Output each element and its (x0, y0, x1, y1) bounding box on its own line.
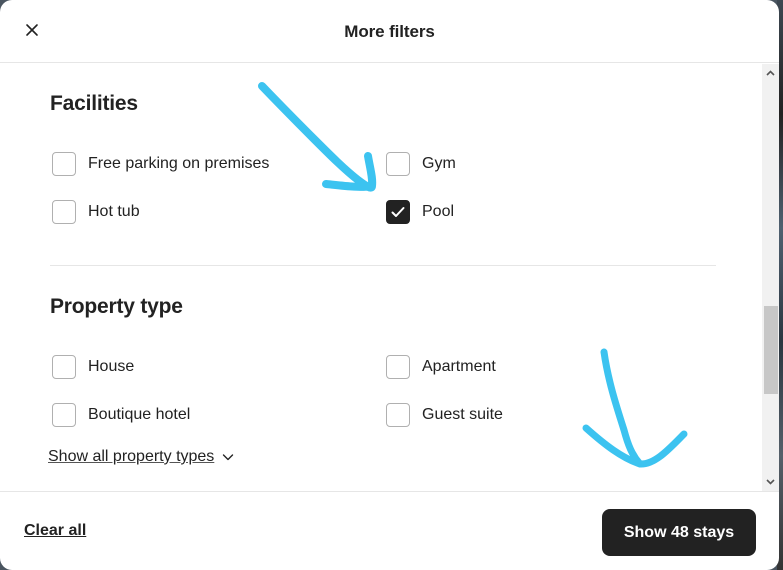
modal-title: More filters (344, 22, 435, 41)
option-label: Free parking on premises (88, 155, 270, 172)
show-all-label[interactable]: Show all property types (48, 448, 214, 466)
property-type-heading: Property type (50, 295, 183, 318)
checkbox-box[interactable] (386, 152, 410, 176)
option-label: Guest suite (422, 406, 503, 423)
modal-footer: Clear all Show 48 stays (0, 491, 779, 570)
checkbox-box[interactable] (52, 355, 76, 379)
checkbox-box[interactable] (52, 403, 76, 427)
more-filters-modal: More filters Facilities Free parking on … (0, 0, 779, 570)
option-label: Gym (422, 155, 456, 172)
scroll-up-button[interactable] (762, 66, 779, 80)
option-label: House (88, 358, 135, 375)
checkbox-gym[interactable]: Gym (386, 152, 456, 176)
checkbox-box-checked[interactable] (386, 200, 410, 224)
show-stays-button[interactable]: Show 48 stays (602, 509, 756, 556)
facilities-heading: Facilities (50, 92, 138, 115)
show-all-property-types-link[interactable]: Show all property types (48, 448, 234, 466)
checkbox-box[interactable] (386, 355, 410, 379)
checkmark-icon (391, 207, 405, 217)
checkbox-box[interactable] (386, 403, 410, 427)
section-divider (50, 265, 716, 266)
chevron-up-icon (766, 70, 775, 76)
scrollbar-thumb[interactable] (764, 306, 778, 394)
checkbox-box[interactable] (52, 200, 76, 224)
checkbox-hot-tub[interactable]: Hot tub (52, 200, 140, 224)
option-label: Apartment (422, 358, 496, 375)
checkbox-boutique-hotel[interactable]: Boutique hotel (52, 403, 190, 427)
scrollbar[interactable] (762, 64, 779, 491)
option-label: Pool (422, 203, 455, 220)
checkbox-free-parking[interactable]: Free parking on premises (52, 152, 269, 176)
checkbox-house[interactable]: House (52, 355, 134, 379)
modal-header: More filters (0, 0, 779, 63)
filters-content: Facilities Free parking on premises Gym … (0, 64, 762, 491)
clear-all-button[interactable]: Clear all (24, 522, 86, 540)
scroll-down-button[interactable] (762, 475, 779, 489)
option-label: Hot tub (88, 203, 140, 220)
chevron-down-icon (222, 453, 234, 461)
checkbox-pool[interactable]: Pool (386, 200, 454, 224)
checkbox-guest-suite[interactable]: Guest suite (386, 403, 503, 427)
checkbox-box[interactable] (52, 152, 76, 176)
checkbox-apartment[interactable]: Apartment (386, 355, 496, 379)
option-label: Boutique hotel (88, 406, 191, 423)
chevron-down-icon (766, 479, 775, 485)
